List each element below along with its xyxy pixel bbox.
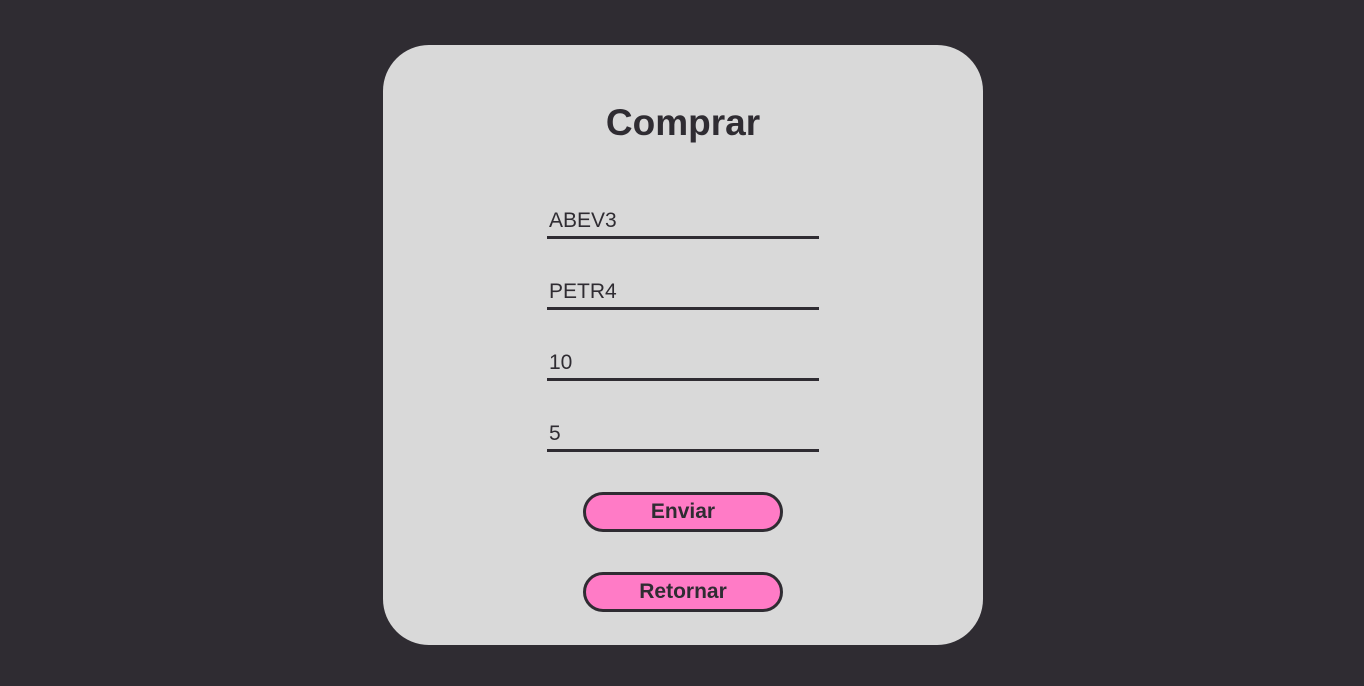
field-ticker-2[interactable] (547, 276, 819, 310)
back-button[interactable]: Retornar (583, 572, 783, 612)
field-quantity[interactable] (547, 347, 819, 381)
form-title: Comprar (605, 102, 761, 143)
purchase-form-card: Comprar Enviar Retornar (383, 45, 983, 645)
submit-button[interactable]: Enviar (583, 492, 783, 532)
field-amount[interactable] (547, 418, 819, 452)
field-ticker-1[interactable] (547, 205, 819, 239)
